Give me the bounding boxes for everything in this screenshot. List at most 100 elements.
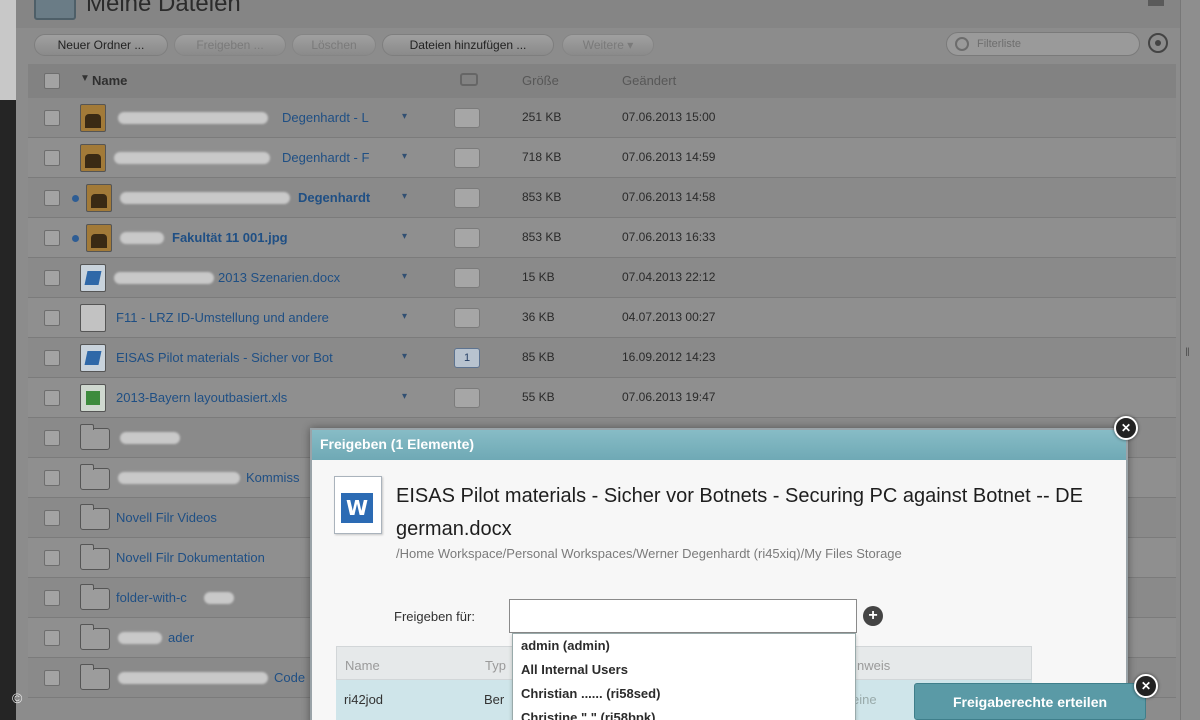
row-checkbox[interactable] [44,190,60,206]
folder-icon [80,664,110,690]
file-size: 853 KB [522,190,562,204]
share-button[interactable]: Freigeben ... [174,34,286,56]
grant-share-button[interactable]: Freigaberechte erteilen [914,683,1146,720]
suggestion-item[interactable]: Christian ...... (ri58sed) [521,686,660,701]
filter-input[interactable]: Filterliste [946,32,1140,56]
file-name[interactable]: 2013-Bayern layoutbasiert.xls [116,390,287,405]
folder-name[interactable]: Novell Filr Dokumentation [116,550,265,565]
file-size: 718 KB [522,150,562,164]
redacted-text [118,112,268,124]
redacted-text [120,232,164,244]
file-name[interactable]: EISAS Pilot materials - Sicher vor Bot [116,350,333,365]
row-checkbox[interactable] [44,470,60,486]
column-name[interactable]: Name [92,73,127,88]
file-modified: 07.06.2013 14:58 [622,190,716,204]
folder-name[interactable]: Novell Filr Videos [116,510,217,525]
resize-grip-icon[interactable]: ‖ [1185,345,1195,359]
chevron-down-icon: ▾ [627,38,634,52]
add-recipient-icon[interactable]: + [863,606,883,626]
share-recipient-input[interactable] [509,599,857,633]
chevron-down-icon[interactable]: ▾ [402,391,407,402]
table-row[interactable]: EISAS Pilot materials - Sicher vor Bot ▾… [28,338,1176,378]
file-modified: 07.06.2013 14:59 [622,150,716,164]
table-header: ▼ Name Größe Geändert [28,64,1176,98]
folder-name[interactable]: Kommiss [246,470,299,485]
document-title: EISAS Pilot materials - Sicher vor Botne… [396,485,1083,540]
document-path: /Home Workspace/Personal Workspaces/Wern… [396,546,902,561]
comment-icon[interactable] [454,308,480,328]
sort-desc-icon[interactable]: ▼ [80,73,90,84]
row-checkbox[interactable] [44,390,60,406]
comment-icon[interactable] [454,108,480,128]
row-checkbox[interactable] [44,230,60,246]
folder-name[interactable]: folder-with-c [116,590,187,605]
row-checkbox[interactable] [44,110,60,126]
folder-icon [80,584,110,610]
file-name[interactable]: Degenhardt - F [282,150,369,165]
row-checkbox[interactable] [44,510,60,526]
file-name[interactable]: F11 - LRZ ID-Umstellung und andere [116,310,329,325]
column-modified[interactable]: Geändert [622,73,676,88]
folder-name[interactable]: ader [168,630,194,645]
add-files-button[interactable]: Dateien hinzufügen ... [382,34,554,56]
file-name[interactable]: Degenhardt - L [282,110,369,125]
new-folder-button[interactable]: Neuer Ordner ... [34,34,168,56]
suggestion-item[interactable]: admin (admin) [521,638,610,653]
more-button[interactable]: Weitere ▾ [562,34,654,56]
row-checkbox[interactable] [44,310,60,326]
comment-icon[interactable] [454,148,480,168]
row-checkbox[interactable] [44,350,60,366]
chevron-down-icon[interactable]: ▾ [402,111,407,122]
folder-icon [80,464,110,490]
close-dialog-icon[interactable]: ✕ [1114,416,1138,440]
column-share-name: Name [345,658,380,673]
delete-button[interactable]: Löschen [292,34,376,56]
table-row[interactable]: 2013-Bayern layoutbasiert.xls ▾ 55 KB 07… [28,378,1176,418]
file-name[interactable]: Fakultät 11 001.jpg [172,230,288,245]
select-all-checkbox[interactable] [44,73,60,89]
chevron-down-icon[interactable]: ▾ [402,311,407,322]
scrollbar[interactable]: ‖ [1180,0,1200,720]
comment-icon[interactable] [454,228,480,248]
row-checkbox[interactable] [44,270,60,286]
comment-icon[interactable] [454,188,480,208]
window-control-icon[interactable] [1148,0,1164,6]
comment-icon[interactable] [454,268,480,288]
file-modified: 07.06.2013 16:33 [622,230,716,244]
comment-icon[interactable] [454,388,480,408]
column-share-note: nweis [857,658,891,673]
close-icon[interactable]: ✕ [1134,674,1158,698]
file-modified: 07.04.2013 22:12 [622,270,716,284]
comment-count-badge[interactable]: 1 [454,348,480,368]
suggestion-item[interactable]: All Internal Users [521,662,628,677]
file-name[interactable]: Degenhardt [298,190,370,205]
file-modified: 04.07.2013 00:27 [622,310,716,324]
table-row[interactable]: 2013 Szenarien.docx ▾ 15 KB 07.04.2013 2… [28,258,1176,298]
file-name[interactable]: 2013 Szenarien.docx [218,270,340,285]
share-type: Ber [484,692,505,707]
chevron-down-icon[interactable]: ▾ [402,231,407,242]
chevron-down-icon[interactable]: ▾ [402,191,407,202]
image-file-icon [80,144,106,172]
column-size[interactable]: Größe [522,73,559,88]
table-row[interactable]: Degenhardt - L ▾ 251 KB 07.06.2013 15:00 [28,98,1176,138]
chevron-down-icon[interactable]: ▾ [402,271,407,282]
chevron-down-icon[interactable]: ▾ [402,351,407,362]
row-checkbox[interactable] [44,630,60,646]
redacted-text [118,632,162,644]
row-checkbox[interactable] [44,150,60,166]
gear-icon[interactable] [1148,33,1168,53]
screenshot: ‖ Meine Dateien Neuer Ordner ... Freigeb… [0,0,1200,720]
row-checkbox[interactable] [44,550,60,566]
table-row[interactable]: Degenhardt ▾ 853 KB 07.06.2013 14:58 [28,178,1176,218]
table-row[interactable]: Degenhardt - F ▾ 718 KB 07.06.2013 14:59 [28,138,1176,178]
table-row[interactable]: Fakultät 11 001.jpg ▾ 853 KB 07.06.2013 … [28,218,1176,258]
folder-name[interactable]: Code [274,670,305,685]
row-checkbox[interactable] [44,590,60,606]
row-checkbox[interactable] [44,430,60,446]
table-row[interactable]: F11 - LRZ ID-Umstellung und andere ▾ 36 … [28,298,1176,338]
suggestion-item[interactable]: Christine " " (ri58bpk) [521,710,655,720]
row-checkbox[interactable] [44,670,60,686]
redacted-text [204,592,234,604]
chevron-down-icon[interactable]: ▾ [402,151,407,162]
